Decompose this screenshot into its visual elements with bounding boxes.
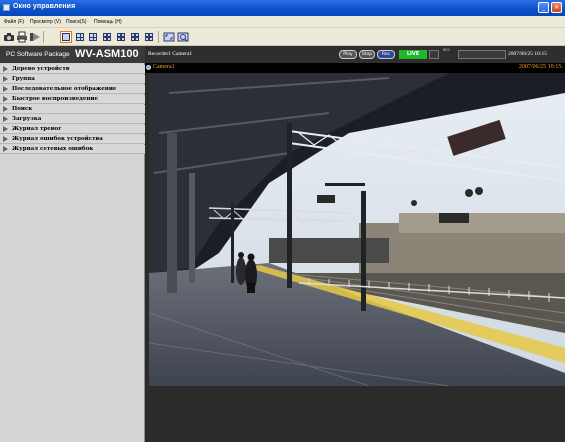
toolbar-separator [158,31,159,43]
layout-9-icon[interactable] [101,31,113,43]
camera-pane: Camera1 2007/06/25 10:15: [145,63,565,442]
live-indicator: LIVE [399,50,427,59]
menu-help[interactable]: Помощь (H) [94,19,122,25]
sidebar-item-group[interactable]: Группа [0,75,145,84]
fullscreen-icon[interactable] [163,31,175,43]
minimize-button[interactable]: _ [538,2,549,13]
camera-icon[interactable] [3,31,15,43]
sidebar-item-device-error-log[interactable]: Журнал ошибок устройства [0,135,145,144]
camera-video-feed[interactable] [149,73,565,386]
sidebar-item-search[interactable]: Поиск [0,105,145,114]
product-header: PC Software Package WV-ASM100 [0,46,145,63]
rec-button[interactable]: Rec [377,50,395,59]
menu-file[interactable]: Файл (F) [4,19,24,25]
rec-small-label: REC [443,48,451,52]
product-model: WV-ASM100 [75,48,139,60]
camera-timestamp: 2007/06/25 10:15: [518,64,563,70]
sidebar-item-network-error-log[interactable]: Журнал сетевых ошибок [0,145,145,154]
toolbar [0,28,565,46]
expand-arrow-icon [3,146,8,152]
sidebar-item-device-tree[interactable]: Дерево устройств [0,65,145,74]
printer-icon[interactable] [16,31,28,43]
sidebar-item-alarm-log[interactable]: Журнал тревог [0,125,145,134]
title-bar: Окно управления _ × [0,0,565,16]
expand-arrow-icon [3,96,8,102]
expand-arrow-icon [3,136,8,142]
layout-16-icon[interactable] [129,31,141,43]
status-datetime: 2007/06/25 10:15 [508,51,547,57]
status-bar: Recorder1 Camera1 Play Stop Rec LIVE REC… [145,46,565,63]
expand-arrow-icon [3,76,8,82]
expand-arrow-icon [3,86,8,92]
recorder-camera-label: Recorder1 Camera1 [148,51,193,57]
toolbar-separator [43,31,44,43]
app-icon [3,4,10,11]
layout-9-alt-icon[interactable] [115,31,127,43]
expand-arrow-icon [3,66,8,72]
menu-view[interactable]: Просмотр (V) [30,19,61,25]
camera-status-icon [146,65,151,70]
layout-4-alt-icon[interactable] [87,31,99,43]
menu-search[interactable]: Поиск(S) [66,19,87,25]
expand-arrow-icon [3,126,8,132]
expand-arrow-icon [3,106,8,112]
sidebar-item-sequence[interactable]: Последовательное отображение [0,85,145,94]
product-package: PC Software Package [6,51,70,58]
layout-1-icon[interactable] [60,31,72,43]
menu-bar: Файл (F) Просмотр (V) Поиск(S) Помощь (H… [0,16,565,28]
zoom-icon[interactable] [177,31,189,43]
camera-name: Camera1 [153,64,175,70]
sidebar-item-quick-playback[interactable]: Быстрое воспроизведение [0,95,145,104]
expand-arrow-icon [3,116,8,122]
close-button[interactable]: × [551,2,562,13]
play-button[interactable]: Play [339,50,357,59]
status-box [429,50,439,59]
status-field [458,50,506,59]
camera-header: Camera1 2007/06/25 10:15: [145,63,565,73]
window-title: Окно управления [13,3,76,10]
layout-4-icon[interactable] [74,31,86,43]
layout-16-alt-icon[interactable] [143,31,155,43]
record-icon[interactable] [29,31,41,43]
stop-button[interactable]: Stop [359,50,375,59]
sidebar: Дерево устройств Группа Последовательное… [0,63,145,442]
sidebar-item-download[interactable]: Загрузка [0,115,145,124]
